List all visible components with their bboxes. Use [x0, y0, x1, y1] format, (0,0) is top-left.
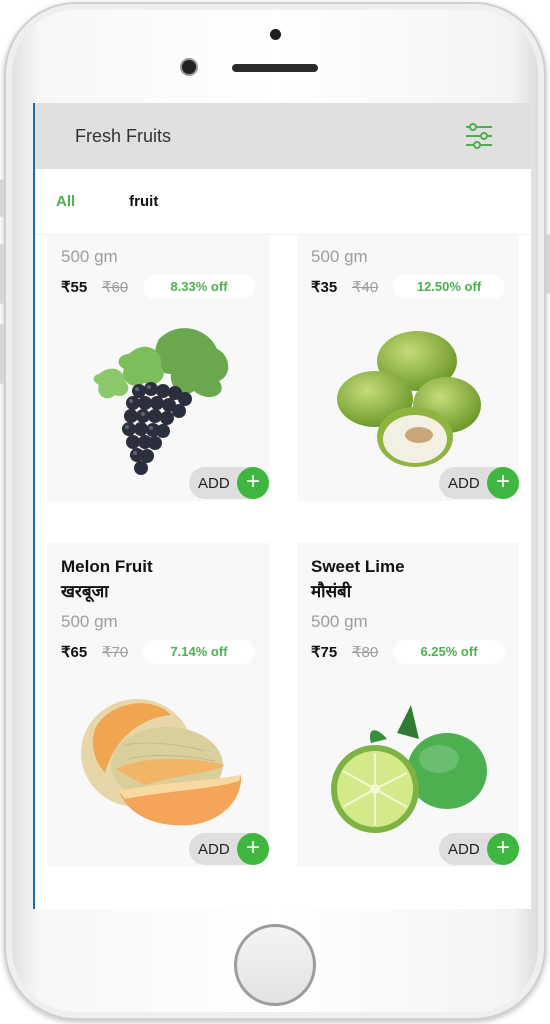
sliders-icon[interactable] — [465, 123, 493, 149]
add-label: ADD — [198, 474, 230, 492]
page-title: Fresh Fruits — [75, 125, 172, 146]
product-card[interactable]: Melon Fruit खरबूजा 500 gm ₹65 ₹70 7.14% … — [47, 543, 269, 867]
earpiece-speaker — [232, 64, 318, 72]
home-button[interactable] — [234, 924, 316, 1006]
discount-badge: 6.25% off — [393, 640, 505, 664]
product-name-hindi: मौसंबी — [311, 582, 352, 601]
product-price: ₹55 — [61, 279, 88, 296]
sweet-lime-image — [331, 705, 487, 833]
side-button — [0, 179, 4, 217]
add-button[interactable]: ADD + — [439, 833, 519, 865]
app-bar: Fresh Fruits — [35, 103, 531, 169]
tab-all[interactable]: All — [46, 187, 89, 239]
plus-icon[interactable]: + — [237, 467, 269, 499]
category-tabs: All fruit — [35, 169, 531, 239]
product-mrp: ₹70 — [102, 644, 129, 661]
discount-badge: 12.50% off — [393, 275, 505, 299]
product-card[interactable]: Sweet Lime मौसंबी 500 gm ₹75 ₹80 6.25% o… — [297, 543, 519, 867]
add-button[interactable]: ADD + — [189, 833, 269, 865]
add-button[interactable]: ADD + — [439, 467, 519, 499]
product-quantity: 500 gm — [311, 612, 368, 631]
side-button — [0, 244, 4, 304]
plus-icon[interactable]: + — [487, 833, 519, 865]
ber-jujube-image — [337, 331, 481, 467]
melon-image — [81, 699, 242, 826]
plus-icon[interactable]: + — [237, 833, 269, 865]
app-screen: Fresh Fruits All fruit 500 gm ₹55 ₹60 8.… — [33, 103, 531, 909]
product-name: Melon Fruit — [61, 557, 153, 576]
tab-fruit[interactable]: fruit — [124, 187, 163, 216]
plus-icon[interactable]: + — [487, 467, 519, 499]
product-mrp: ₹60 — [102, 279, 129, 296]
side-button — [546, 234, 550, 294]
add-button[interactable]: ADD + — [189, 467, 269, 499]
sensor-dot — [270, 29, 281, 40]
product-quantity: 500 gm — [311, 247, 368, 266]
side-button — [0, 324, 4, 384]
product-quantity: 500 gm — [61, 247, 118, 266]
discount-badge: 7.14% off — [143, 640, 255, 664]
product-price: ₹65 — [61, 644, 88, 661]
front-camera — [182, 60, 196, 74]
add-label: ADD — [198, 840, 230, 858]
product-name: Sweet Lime — [311, 557, 405, 576]
product-name-hindi: खरबूजा — [61, 582, 109, 601]
product-mrp: ₹80 — [352, 644, 379, 661]
add-label: ADD — [448, 474, 480, 492]
discount-badge: 8.33% off — [143, 275, 255, 299]
product-price: ₹35 — [311, 279, 338, 296]
grapes-image — [93, 328, 229, 475]
product-price: ₹75 — [311, 644, 338, 661]
add-label: ADD — [448, 840, 480, 858]
product-card[interactable]: 500 gm ₹35 ₹40 12.50% off ADD + — [297, 235, 519, 501]
product-quantity: 500 gm — [61, 612, 118, 631]
product-card[interactable]: 500 gm ₹55 ₹60 8.33% off ADD + — [47, 235, 269, 501]
product-mrp: ₹40 — [352, 279, 379, 296]
